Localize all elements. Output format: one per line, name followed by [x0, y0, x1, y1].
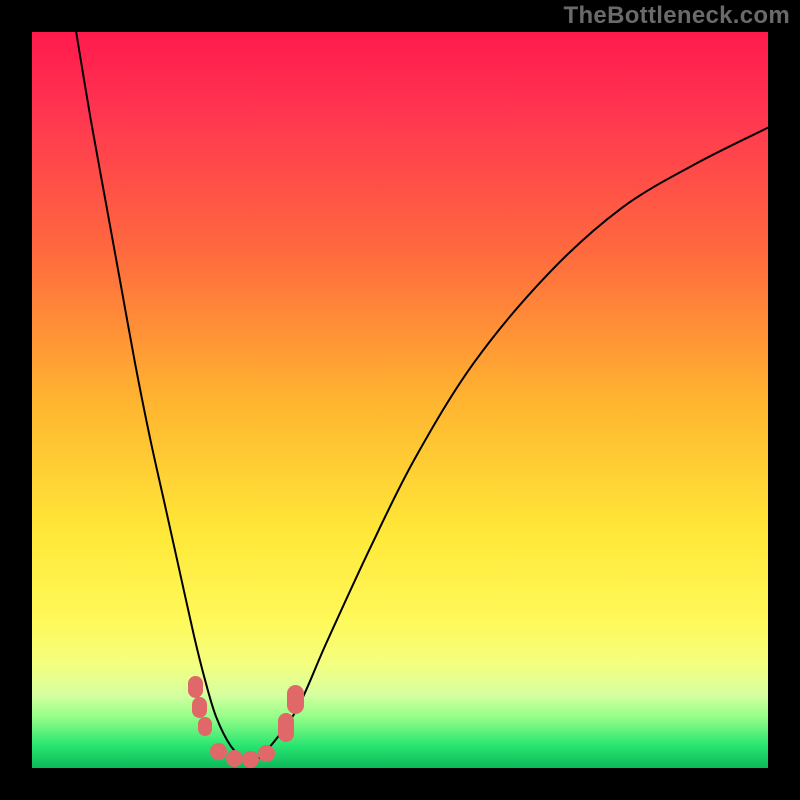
chart-frame: TheBottleneck.com — [0, 0, 800, 800]
chart-background-gradient — [32, 32, 768, 768]
chart-plot-area — [32, 32, 768, 768]
watermark-text: TheBottleneck.com — [564, 2, 790, 30]
